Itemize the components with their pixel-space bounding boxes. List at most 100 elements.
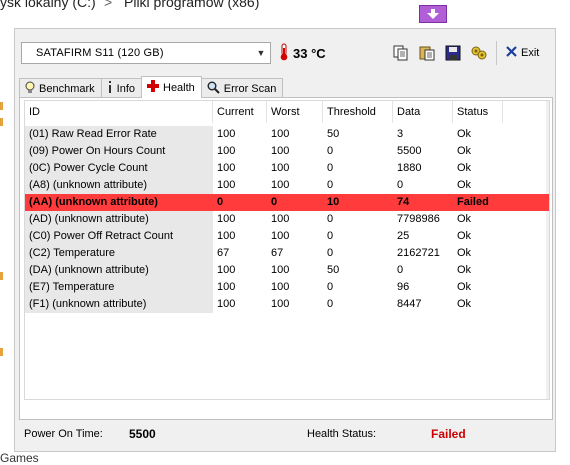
cell-id: (0C) Power Cycle Count bbox=[25, 160, 213, 177]
table-row[interactable]: (09) Power On Hours Count 100 100 0 5500 Ok bbox=[25, 143, 549, 160]
tab-health[interactable]: Health bbox=[141, 76, 202, 98]
cell-id: (E7) Temperature bbox=[25, 279, 213, 296]
table-row[interactable]: (0C) Power Cycle Count 100 100 0 1880 Ok bbox=[25, 160, 549, 177]
cell-status: Failed bbox=[457, 196, 489, 208]
column-header-current[interactable]: Current bbox=[213, 101, 267, 123]
cell-current: 100 bbox=[217, 298, 236, 310]
copy-icon[interactable] bbox=[391, 43, 411, 63]
column-header-data[interactable]: Data bbox=[393, 101, 453, 123]
tab-health-label: Health bbox=[163, 81, 195, 94]
cell-data: 96 bbox=[397, 281, 410, 293]
status-footer: Power On Time: 5500 Health Status: Faile… bbox=[15, 425, 555, 449]
cell-id: (C2) Temperature bbox=[25, 245, 213, 262]
cell-id: (AD) (unknown attribute) bbox=[25, 211, 213, 228]
cell-current: 67 bbox=[217, 247, 230, 259]
cell-data: 0 bbox=[397, 264, 404, 276]
tab-info-label: Info bbox=[116, 82, 135, 95]
download-arrow-icon[interactable] bbox=[419, 5, 447, 23]
table-row[interactable]: (C2) Temperature 67 67 0 2162721 Ok bbox=[25, 245, 549, 262]
save-icon[interactable] bbox=[443, 43, 463, 63]
cell-worst: 67 bbox=[271, 247, 284, 259]
column-header-status[interactable]: Status bbox=[453, 101, 503, 123]
toolbar-actions bbox=[391, 43, 489, 63]
breadcrumb-drive[interactable]: ysk lokalny (C:) bbox=[0, 0, 96, 10]
paste-icon[interactable] bbox=[417, 43, 437, 63]
table-row[interactable]: (E7) Temperature 100 100 0 96 Ok bbox=[25, 279, 549, 296]
cell-current: 100 bbox=[217, 230, 236, 242]
cell-data: 8447 bbox=[397, 298, 422, 310]
table-row[interactable]: (01) Raw Read Error Rate 100 100 50 3 Ok bbox=[25, 126, 549, 143]
cell-worst: 100 bbox=[271, 230, 290, 242]
health-status-value: Failed bbox=[431, 427, 466, 441]
cell-threshold: 0 bbox=[327, 213, 334, 225]
column-header-worst[interactable]: Worst bbox=[267, 101, 323, 123]
cell-data: 3 bbox=[397, 128, 404, 140]
cell-worst: 100 bbox=[271, 298, 290, 310]
cell-status: Ok bbox=[457, 281, 472, 293]
cell-data: 5500 bbox=[397, 145, 422, 157]
cell-status: Ok bbox=[457, 230, 472, 242]
tab-benchmark[interactable]: Benchmark bbox=[19, 78, 102, 98]
cell-worst: 100 bbox=[271, 179, 290, 191]
cell-threshold: 0 bbox=[327, 281, 334, 293]
lightbulb-icon bbox=[25, 81, 35, 97]
device-select-value: SATAFIRM S11 (120 GB) bbox=[36, 47, 164, 59]
cell-id: (F1) (unknown attribute) bbox=[25, 296, 213, 313]
cell-status: Ok bbox=[457, 264, 472, 276]
cell-worst: 100 bbox=[271, 213, 290, 225]
cell-id: (DA) (unknown attribute) bbox=[25, 262, 213, 279]
table-row[interactable]: (C0) Power Off Retract Count 100 100 0 25 Ok bbox=[25, 228, 549, 245]
cell-worst: 100 bbox=[271, 145, 290, 157]
power-on-time-value: 5500 bbox=[129, 427, 156, 441]
column-header-id[interactable]: ID bbox=[25, 101, 213, 123]
table-row[interactable]: (DA) (unknown attribute) 100 100 50 0 Ok bbox=[25, 262, 549, 279]
temperature-value: 33 °C bbox=[293, 46, 326, 61]
cell-threshold: 0 bbox=[327, 230, 334, 242]
cell-id: (09) Power On Hours Count bbox=[25, 143, 213, 160]
cell-worst: 100 bbox=[271, 162, 290, 174]
options-icon[interactable] bbox=[469, 43, 489, 63]
cell-status: Ok bbox=[457, 247, 472, 259]
cell-current: 100 bbox=[217, 179, 236, 191]
breadcrumb-folder[interactable]: Pliki programów (x86) bbox=[124, 0, 259, 10]
cell-data: 2162721 bbox=[397, 247, 440, 259]
cell-status: Ok bbox=[457, 145, 472, 157]
table-row[interactable]: (A8) (unknown attribute) 100 100 0 0 Ok bbox=[25, 177, 549, 194]
background-folder-label[interactable]: Games bbox=[0, 451, 39, 465]
exit-button[interactable]: Exit bbox=[506, 43, 539, 63]
table-row[interactable]: (AD) (unknown attribute) 100 100 0 7798986 Ok bbox=[25, 211, 549, 228]
cell-status: Ok bbox=[457, 162, 472, 174]
power-on-time-label: Power On Time: bbox=[24, 428, 103, 440]
exit-label: Exit bbox=[521, 47, 540, 59]
cell-worst: 100 bbox=[271, 128, 290, 140]
toolbar-divider bbox=[496, 41, 497, 65]
breadcrumb-separator: > bbox=[104, 0, 113, 10]
tab-error-scan[interactable]: Error Scan bbox=[200, 78, 284, 98]
table-header: ID Current Worst Threshold Data Status bbox=[25, 101, 549, 123]
cell-current: 100 bbox=[217, 128, 236, 140]
smart-table[interactable]: ID Current Worst Threshold Data Status (… bbox=[24, 100, 550, 400]
column-header-threshold[interactable]: Threshold bbox=[323, 101, 393, 123]
device-select[interactable]: SATAFIRM S11 (120 GB) ▼ bbox=[21, 42, 271, 64]
cell-current: 100 bbox=[217, 281, 236, 293]
cell-data: 74 bbox=[397, 196, 410, 208]
temperature-display: 33 °C bbox=[279, 43, 326, 64]
cell-current: 100 bbox=[217, 145, 236, 157]
table-row[interactable]: (AA) (unknown attribute) 0 0 10 74 Failed bbox=[25, 194, 549, 211]
cell-data: 1880 bbox=[397, 162, 422, 174]
app-window: SATAFIRM S11 (120 GB) ▼ 33 °C Exit Bench… bbox=[14, 28, 556, 452]
chevron-down-icon[interactable]: ▼ bbox=[252, 48, 270, 58]
table-row[interactable]: (F1) (unknown attribute) 100 100 0 8447 Ok bbox=[25, 296, 549, 313]
tab-info[interactable]: Info bbox=[100, 78, 142, 98]
tab-benchmark-label: Benchmark bbox=[39, 82, 95, 95]
info-icon bbox=[107, 80, 113, 97]
cell-current: 100 bbox=[217, 162, 236, 174]
close-icon bbox=[506, 46, 517, 60]
cell-threshold: 50 bbox=[327, 128, 340, 140]
tab-error-scan-label: Error Scan bbox=[223, 82, 277, 95]
cell-status: Ok bbox=[457, 213, 472, 225]
cell-worst: 100 bbox=[271, 281, 290, 293]
cell-threshold: 10 bbox=[327, 196, 340, 208]
cell-threshold: 0 bbox=[327, 179, 334, 191]
cell-threshold: 50 bbox=[327, 264, 340, 276]
